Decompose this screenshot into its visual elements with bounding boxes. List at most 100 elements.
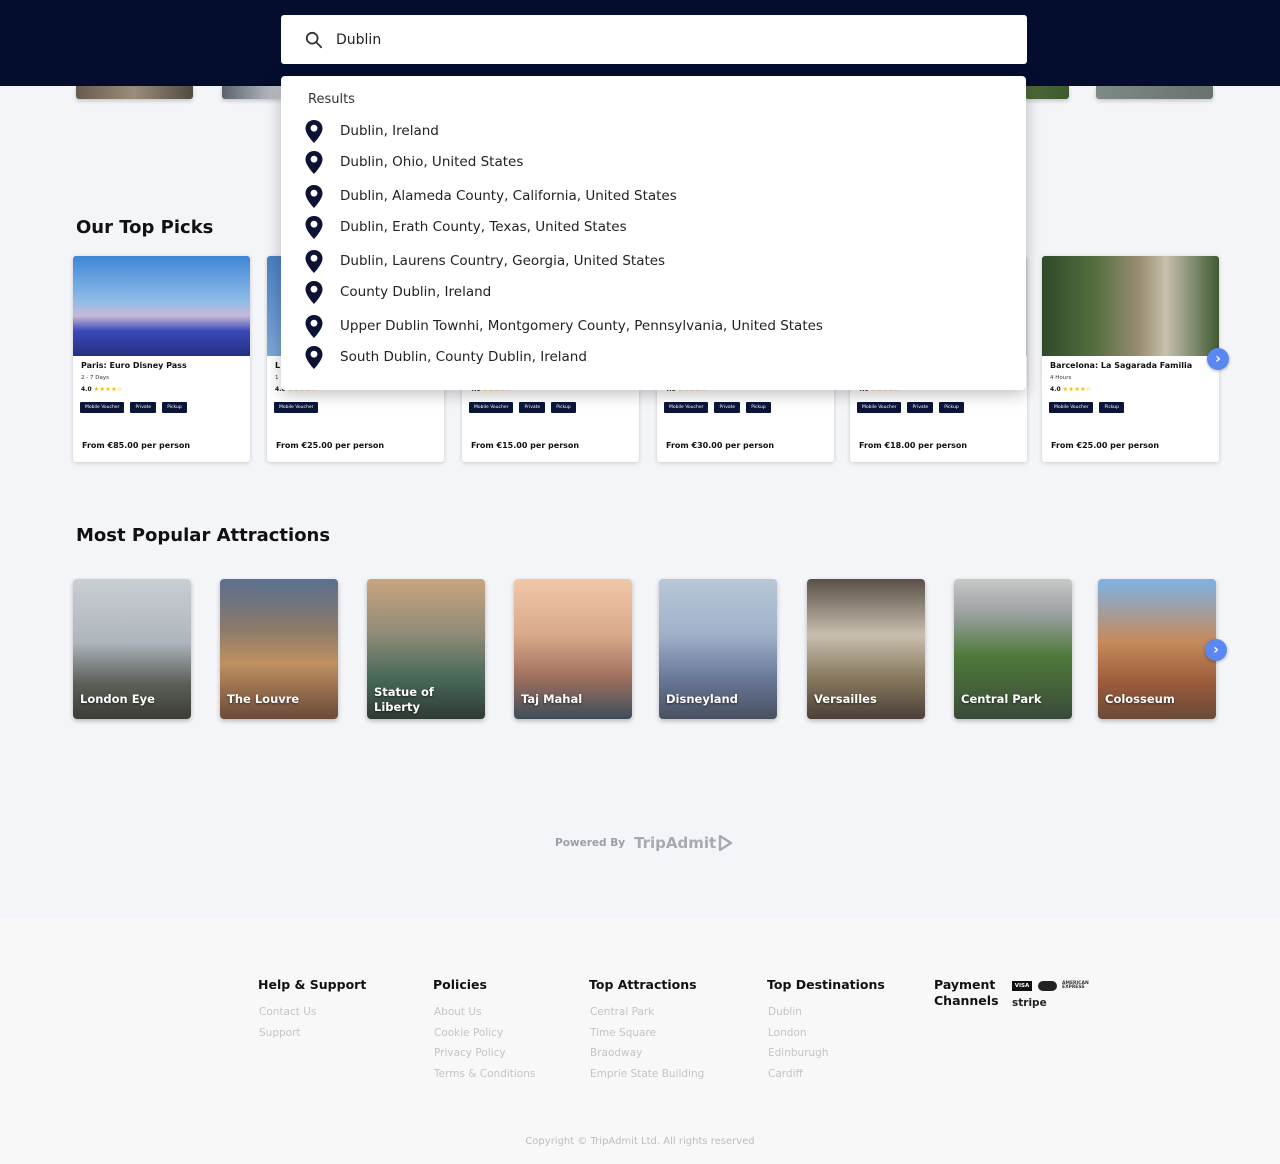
attraction-name: Statue of Liberty	[374, 685, 434, 714]
tag-mobile-voucher: Mobile Voucher	[664, 402, 709, 413]
footer-link[interactable]: Dublin	[767, 1002, 885, 1023]
attraction-card[interactable]: Taj Mahal	[514, 579, 632, 719]
footer-link[interactable]: Cardiff	[767, 1064, 885, 1085]
attraction-card[interactable]: Versailles	[807, 579, 925, 719]
result-item[interactable]: Upper Dublin Townhi, Montgomery County, …	[305, 314, 823, 338]
top-picks-title: Our Top Picks	[76, 217, 214, 238]
location-pin-icon	[305, 280, 323, 304]
tripadmit-logo-text[interactable]: TripAdmit	[634, 834, 716, 852]
card-tags: Mobile Voucher Private Pickup	[857, 402, 964, 413]
payment-title-line: Payment	[934, 977, 996, 992]
carousel-image-strip	[1025, 86, 1069, 99]
result-label: Dublin, Erath County, Texas, United Stat…	[340, 219, 627, 235]
amex-logo-icon: AMERICAN EXPRESS	[1062, 981, 1089, 990]
attraction-card[interactable]: Disneyland	[659, 579, 777, 719]
search-results-dropdown: Results Dublin, Ireland Dublin, Ohio, Un…	[281, 76, 1026, 390]
carousel-image-strip	[222, 86, 282, 99]
result-label: Dublin, Alameda County, California, Unit…	[340, 188, 677, 204]
footer-col-policies: Policies About Us Cookie Policy Privacy …	[433, 977, 535, 1084]
card-price: From €85.00 per person	[82, 441, 191, 450]
footer-link[interactable]: Support	[258, 1023, 366, 1044]
stripe-logo-icon: stripe	[1012, 997, 1047, 1009]
tag-pickup: Pickup	[162, 402, 187, 413]
carousel-image-strip	[1096, 86, 1213, 99]
result-item[interactable]: Dublin, Ireland	[305, 119, 439, 143]
footer-link[interactable]: Terms & Conditions	[433, 1064, 535, 1085]
attraction-card[interactable]: Colosseum	[1098, 579, 1216, 719]
tag-pickup: Pickup	[746, 402, 771, 413]
result-item[interactable]: Dublin, Alameda County, California, Unit…	[305, 184, 677, 208]
powered-by-label: Powered By	[555, 837, 626, 849]
attraction-name: Taj Mahal	[521, 692, 583, 706]
search-icon	[305, 31, 323, 48]
card-image	[73, 256, 250, 356]
card-title: Paris: Euro Disney Pass	[81, 361, 187, 370]
result-label: Dublin, Laurens Country, Georgia, United…	[340, 253, 666, 269]
card-tags: Mobile Voucher Pickup	[1049, 402, 1124, 413]
top-pick-card[interactable]: Barcelona: La Sagarada Familia 4 Hours 4…	[1042, 256, 1219, 462]
tag-private: Private	[714, 402, 741, 413]
attraction-card[interactable]: The Louvre	[220, 579, 338, 719]
chevron-right-icon: ›	[1215, 351, 1221, 367]
card-tags: Mobile Voucher	[274, 402, 319, 413]
footer-col-help: Help & Support Contact Us Support	[258, 977, 366, 1043]
footer-col-title: Help & Support	[258, 977, 367, 992]
payment-title-line: Channels	[934, 993, 999, 1008]
result-item[interactable]: Dublin, Laurens Country, Georgia, United…	[305, 249, 665, 273]
footer-col-destinations: Top Destinations Dublin London Edinburug…	[767, 977, 885, 1084]
footer-link[interactable]: Braodway	[589, 1043, 704, 1064]
mastercard-logo-icon	[1038, 981, 1057, 991]
result-label: South Dublin, County Dublin, Ireland	[340, 349, 587, 365]
footer-link[interactable]: Contact Us	[258, 1002, 366, 1023]
attraction-card[interactable]: London Eye	[73, 579, 191, 719]
footer-link[interactable]: Privacy Policy	[433, 1043, 535, 1064]
search-input[interactable]: Dublin	[336, 32, 381, 48]
footer-link[interactable]: About Us	[433, 1002, 535, 1023]
card-tags: Mobile Voucher Private Pickup	[80, 402, 187, 413]
star-rating-icon: ★★★★☆	[1062, 386, 1093, 393]
result-item[interactable]: Dublin, Ohio, United States	[305, 150, 523, 174]
search-bar[interactable]: Dublin	[281, 15, 1027, 64]
attraction-name: The Louvre	[227, 692, 300, 706]
footer-link[interactable]: London	[767, 1023, 885, 1044]
footer-link[interactable]: Cookie Policy	[433, 1023, 535, 1044]
location-pin-icon	[305, 249, 323, 273]
card-title: Barcelona: La Sagarada Familia	[1050, 361, 1193, 370]
location-pin-icon	[305, 215, 323, 239]
tag-mobile-voucher: Mobile Voucher	[469, 402, 514, 413]
result-item[interactable]: South Dublin, County Dublin, Ireland	[305, 345, 587, 369]
footer-link[interactable]: Time Square	[589, 1023, 704, 1044]
results-heading: Results	[308, 92, 355, 107]
visa-logo-icon: VISA	[1012, 981, 1032, 991]
result-item[interactable]: County Dublin, Ireland	[305, 280, 491, 304]
card-image	[1042, 256, 1219, 356]
footer-link[interactable]: Emprie State Building	[589, 1064, 704, 1085]
footer-col-attractions: Top Attractions Central Park Time Square…	[589, 977, 704, 1084]
attraction-card[interactable]: Central Park	[954, 579, 1072, 719]
top-header: Dublin	[0, 0, 1280, 86]
result-label: Dublin, Ireland	[340, 123, 439, 139]
payment-channels-title: Payment Channels	[934, 977, 999, 1009]
footer-link[interactable]: Central Park	[589, 1002, 704, 1023]
tag-mobile-voucher: Mobile Voucher	[274, 402, 319, 413]
top-pick-card[interactable]: Paris: Euro Disney Pass 2 - 7 Days 4.0 ★★…	[73, 256, 250, 462]
card-tags: Mobile Voucher Private Pickup	[469, 402, 576, 413]
rating-value: 4.0	[1050, 386, 1061, 393]
footer-link[interactable]: Edinburugh	[767, 1043, 885, 1064]
attraction-name: Colosseum	[1105, 692, 1175, 706]
attraction-card[interactable]: Statue of Liberty	[367, 579, 485, 719]
chevron-right-icon: ›	[1213, 642, 1219, 658]
attractions-next-button[interactable]: ›	[1205, 639, 1227, 661]
card-title: L	[275, 361, 281, 370]
card-duration: 4 Hours	[1050, 375, 1072, 381]
tag-pickup: Pickup	[1099, 402, 1124, 413]
top-picks-next-button[interactable]: ›	[1207, 348, 1229, 370]
star-rating-icon: ★★★★☆	[93, 386, 124, 393]
attraction-name: Disneyland	[666, 692, 738, 706]
attractions-title: Most Popular Attractions	[76, 525, 331, 546]
result-item[interactable]: Dublin, Erath County, Texas, United Stat…	[305, 215, 627, 239]
card-price: From €30.00 per person	[666, 441, 775, 450]
card-price: From €25.00 per person	[276, 441, 385, 450]
tag-private: Private	[907, 402, 934, 413]
card-rating: 4.0★★★★☆	[81, 386, 123, 393]
